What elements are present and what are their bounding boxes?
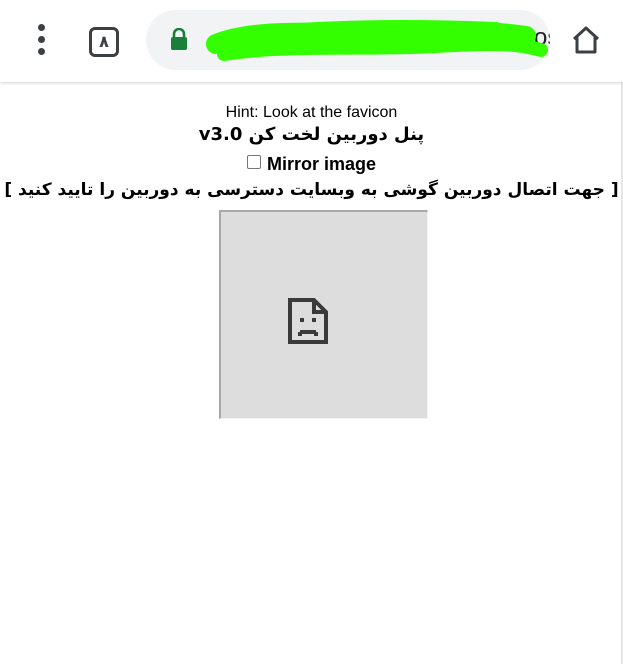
more-vert-icon xyxy=(38,24,45,31)
browser-toolbar: ٨ xxxxxxxxxxxxxxxxxxxxxxxxcalhost.run xyxy=(0,0,623,82)
more-vert-icon-dot xyxy=(38,48,45,55)
mirror-image-checkbox[interactable] xyxy=(246,155,261,169)
more-menu-button[interactable] xyxy=(28,22,56,58)
more-vert-icon-dot xyxy=(38,36,45,43)
camera-permission-notice: [ جهت اتصال دوربین گوشی به وبسایت دسترسی… xyxy=(4,180,619,200)
tab-switcher-button[interactable]: ٨ xyxy=(89,27,119,57)
page-title: v3.0 پنل دوربین لخت کن xyxy=(198,124,425,145)
hint-text: Hint: Look at the favicon xyxy=(225,104,398,121)
lock-icon xyxy=(171,28,187,50)
home-icon[interactable] xyxy=(570,24,602,56)
camera-preview xyxy=(219,210,428,419)
redaction-scribble xyxy=(206,20,548,61)
address-bar[interactable]: xxxxxxxxxxxxxxxxxxxxxxxxcalhost.run xyxy=(146,10,550,70)
broken-image-icon xyxy=(288,298,328,344)
mirror-image-option[interactable]: Mirror image xyxy=(0,154,623,175)
mirror-image-label[interactable]: Mirror image xyxy=(267,154,376,174)
